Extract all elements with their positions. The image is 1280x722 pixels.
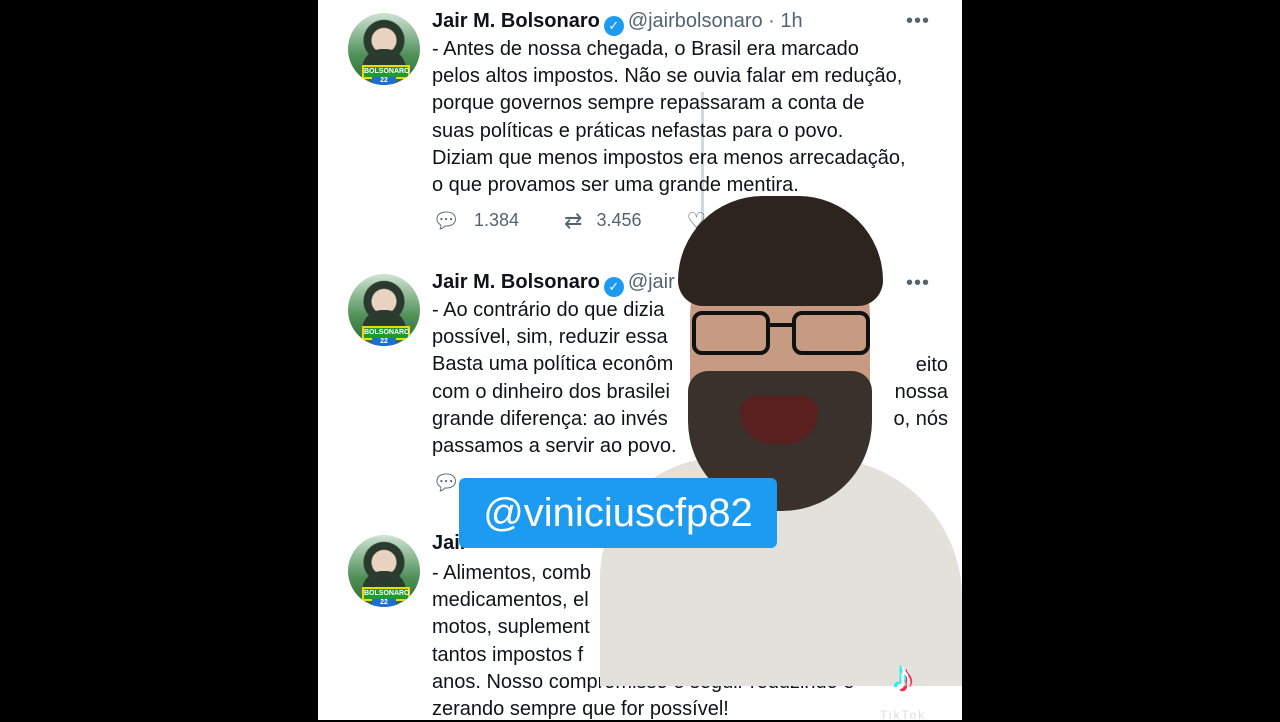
- presenter-glasses: [692, 311, 870, 357]
- avatar-number: 22: [372, 599, 396, 607]
- reply-count: 1.384: [473, 210, 519, 230]
- more-options-icon[interactable]: •••: [906, 10, 930, 33]
- avatar[interactable]: BOLSONARO 22: [348, 535, 420, 607]
- username-tag: @viniciuscfp82: [459, 478, 777, 548]
- author-name[interactable]: Jair M. Bolsonaro: [432, 271, 600, 293]
- tweet-text-line: zerando sempre que for possível!: [432, 698, 729, 720]
- letterbox-left: [0, 0, 318, 720]
- tiktok-logo-icon: ♪: [893, 655, 933, 699]
- presenter-hair: [678, 196, 883, 306]
- tweet-text-line: suas políticas e práticas nefastas para …: [432, 119, 844, 142]
- reply-icon: 💬︎: [432, 208, 460, 233]
- tweet-text-line: Diziam que menos impostos era menos arre…: [432, 146, 906, 169]
- avatar[interactable]: BOLSONARO 22: [348, 274, 420, 346]
- verified-badge-icon: ✓: [603, 16, 624, 36]
- tweet-text: - Antes de nossa chegada, o Brasil era m…: [432, 36, 942, 199]
- avatar[interactable]: BOLSONARO 22: [348, 13, 420, 85]
- tweet-text-line: pelos altos impostos. Não se ouvia falar…: [432, 65, 903, 88]
- letterbox-right: [962, 0, 1280, 720]
- tweet-header: Jair M. Bolsonaro ✓ @jairbolsonaro · 1h: [432, 10, 803, 36]
- author-name[interactable]: Jair M. Bolsonaro: [432, 10, 600, 32]
- author-handle[interactable]: @jairbolsonaro · 1h: [628, 10, 803, 32]
- tiktok-note-icon: ♪: [893, 655, 913, 699]
- avatar-number: 22: [372, 77, 396, 85]
- avatar-number: 22: [372, 338, 396, 346]
- glasses-lens: [792, 311, 870, 355]
- reply-icon: 💬︎: [432, 470, 460, 495]
- reply-button[interactable]: 💬︎ 1.384: [432, 208, 519, 234]
- presenter-video-overlay: [600, 196, 962, 686]
- retweet-icon: ⇄: [564, 208, 583, 233]
- tweet-text-line: porque governos sempre repassaram a cont…: [432, 92, 865, 115]
- glasses-lens: [692, 311, 770, 355]
- tweet-text-line: - Antes de nossa chegada, o Brasil era m…: [432, 38, 859, 60]
